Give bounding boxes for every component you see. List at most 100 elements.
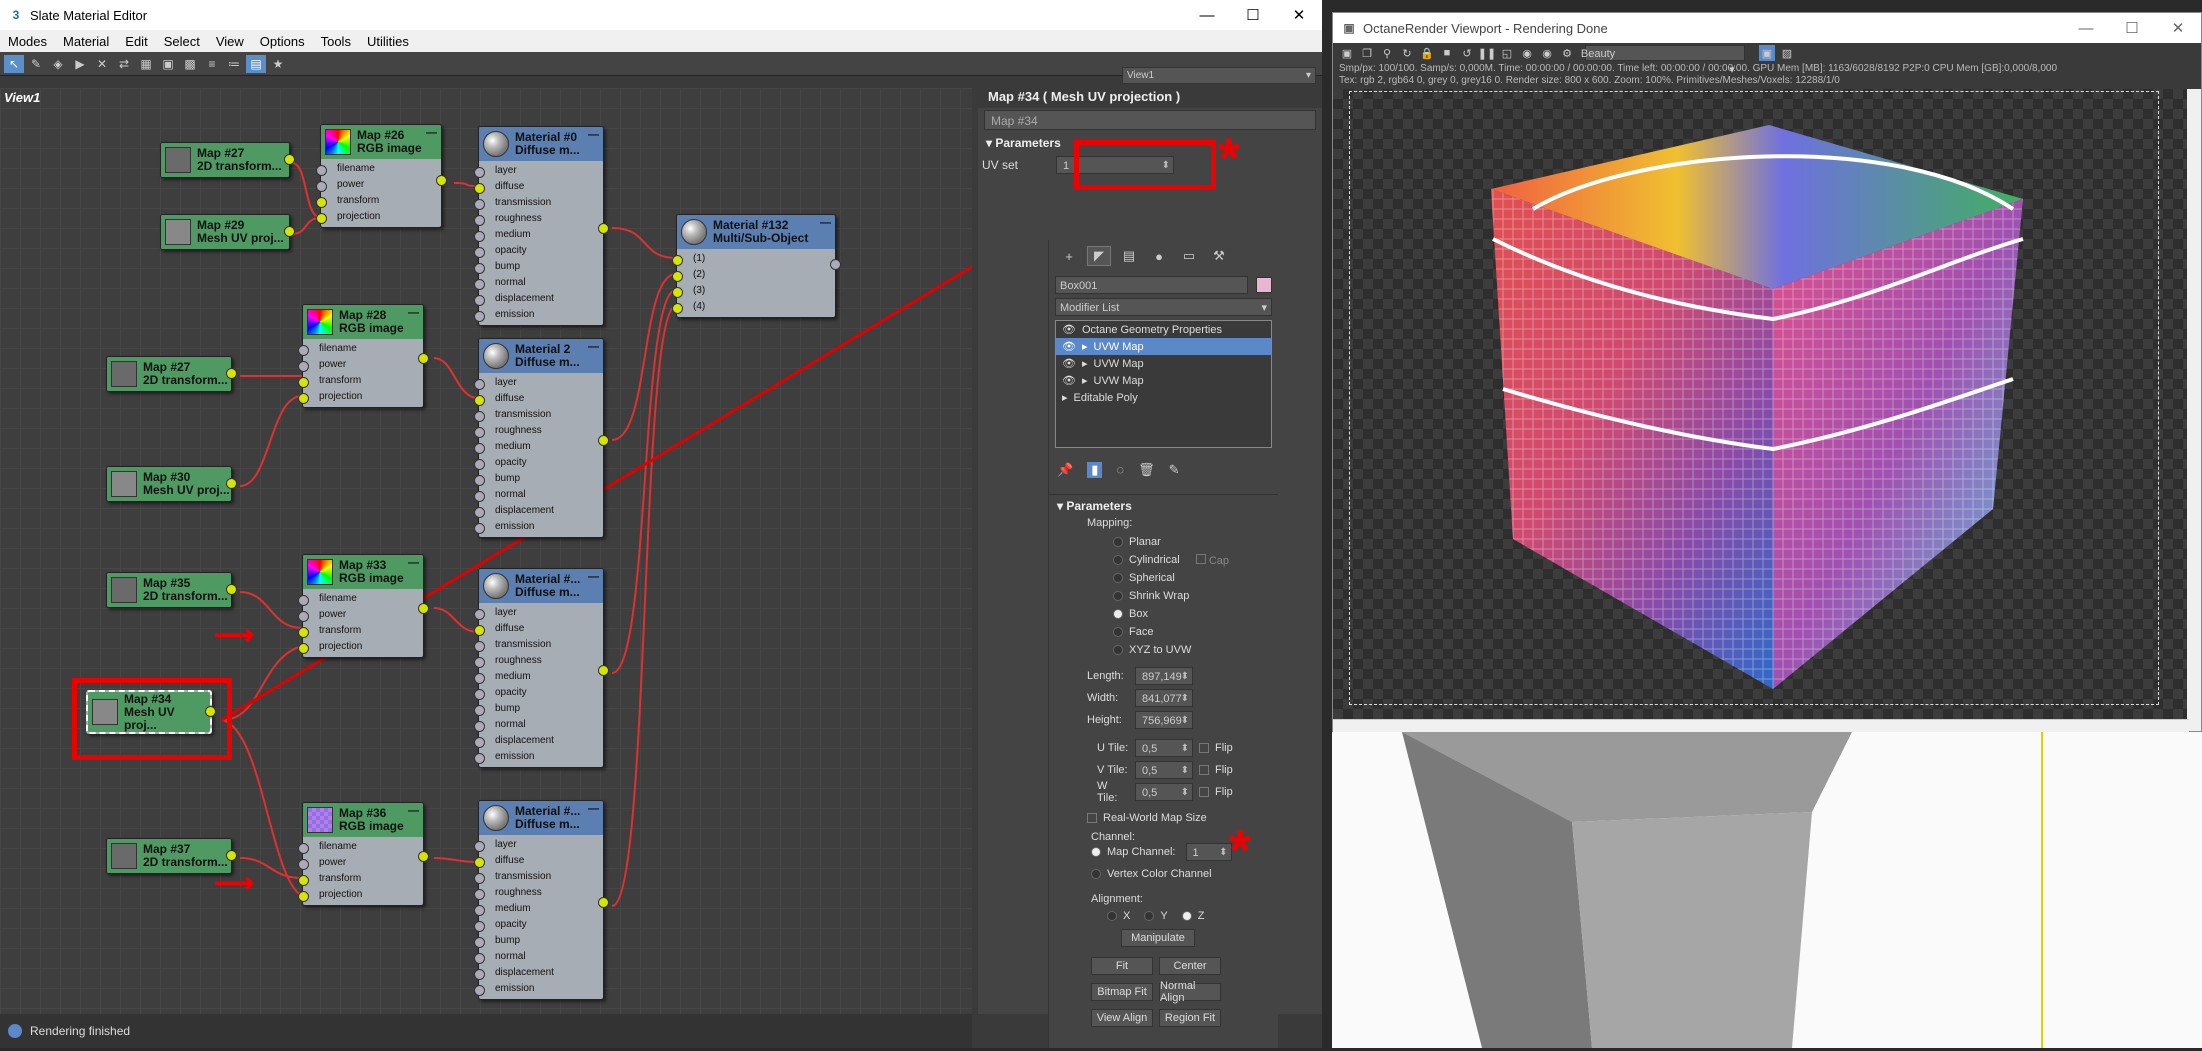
expand-icon[interactable]: ▸ <box>1082 340 1088 353</box>
menu-edit[interactable]: Edit <box>117 34 155 49</box>
output-port[interactable] <box>598 665 609 676</box>
length-spinner[interactable]: 897,149 <box>1135 667 1193 686</box>
radio-xyz-to-uvw[interactable]: XYZ to UVW <box>1113 641 1278 659</box>
slot-projection[interactable]: projection <box>298 887 423 903</box>
stack-item[interactable]: ▸ Editable Poly <box>1056 389 1271 406</box>
utilities-tab-icon[interactable]: ⚒ <box>1207 246 1231 266</box>
slot-transmission[interactable]: transmission <box>474 637 603 653</box>
node-map33[interactable]: Map #33 RGB image — filename power transf… <box>298 554 429 658</box>
fit-button[interactable]: Fit <box>1091 957 1153 975</box>
modifier-list-dropdown[interactable]: Modifier List ▾ <box>1055 298 1272 316</box>
slot-displacement[interactable]: displacement <box>474 503 603 519</box>
collapse-icon[interactable]: — <box>408 805 419 818</box>
output-port[interactable] <box>436 175 447 186</box>
menu-utilities[interactable]: Utilities <box>359 34 417 49</box>
hide-slots-icon[interactable]: ▦ <box>136 55 156 73</box>
restart-icon[interactable]: ↺ <box>1459 45 1475 61</box>
slot-displacement[interactable]: displacement <box>474 733 603 749</box>
center-button[interactable]: Center <box>1159 957 1221 975</box>
slot-transform[interactable]: transform <box>316 193 441 209</box>
node-map27-top[interactable]: Map #27 2D transform... <box>160 142 295 178</box>
motion-tab-icon[interactable]: ● <box>1147 246 1171 266</box>
output-port[interactable] <box>226 368 237 379</box>
slot-diffuse[interactable]: diffuse <box>474 621 603 637</box>
slot-bump[interactable]: bump <box>474 933 603 949</box>
slot-emission[interactable]: emission <box>474 981 603 997</box>
radio-axis-z[interactable]: Z <box>1181 907 1204 925</box>
slot-opacity[interactable]: opacity <box>474 685 603 701</box>
make-unique-icon[interactable]: ◌ <box>1116 462 1124 478</box>
map-name-field[interactable]: Map #34 <box>984 110 1316 130</box>
object-color-swatch[interactable] <box>1256 277 1272 293</box>
stop-icon[interactable]: ■ <box>1439 45 1455 61</box>
output-port[interactable] <box>830 259 841 270</box>
slot-filename[interactable]: filename <box>298 839 423 855</box>
slot-transform[interactable]: transform <box>298 623 423 639</box>
uvw-rollout-header[interactable]: ▾ Parameters <box>1049 495 1278 517</box>
node-map29[interactable]: Map #29 Mesh UV proj... <box>160 214 295 250</box>
collapse-icon[interactable]: — <box>588 571 599 584</box>
output-port[interactable] <box>284 154 295 165</box>
assign-icon[interactable]: ▶ <box>70 55 90 73</box>
settings-icon[interactable]: ⚙ <box>1559 45 1575 61</box>
node-map36[interactable]: Map #36 RGB image — filename power transf… <box>298 802 429 906</box>
slot-normal[interactable]: normal <box>474 717 603 733</box>
stack-item[interactable]: 👁 ▸ UVW Map <box>1056 355 1271 372</box>
radio-spherical[interactable]: Spherical <box>1113 569 1278 587</box>
minimize-button[interactable]: — <box>1184 0 1230 30</box>
show-background-icon[interactable]: ▩ <box>180 55 200 73</box>
refresh-icon[interactable]: ↻ <box>1399 45 1415 61</box>
slot-power[interactable]: power <box>316 177 441 193</box>
slot-roughness[interactable]: roughness <box>474 211 603 227</box>
fullscreen-icon[interactable]: ▨ <box>1779 45 1795 61</box>
output-port[interactable] <box>226 584 237 595</box>
output-port[interactable] <box>418 603 429 614</box>
layout-children-icon[interactable]: ≔ <box>224 55 244 73</box>
node-map28[interactable]: Map #28 RGB image — filename power transf… <box>298 304 429 408</box>
stack-item[interactable]: 👁 ▸ UVW Map <box>1056 338 1271 355</box>
slot-medium[interactable]: medium <box>474 669 603 685</box>
menu-tools[interactable]: Tools <box>313 34 359 49</box>
slot-projection[interactable]: projection <box>298 639 423 655</box>
manipulate-button[interactable]: Manipulate <box>1121 929 1195 947</box>
pin-stack-icon[interactable]: 📌 <box>1057 462 1073 478</box>
slot-bump[interactable]: bump <box>474 471 603 487</box>
output-port[interactable] <box>226 850 237 861</box>
slot-displacement[interactable]: displacement <box>474 965 603 981</box>
collapse-icon[interactable]: — <box>408 557 419 570</box>
display-tab-icon[interactable]: ▭ <box>1177 246 1201 266</box>
node-material2[interactable]: Material 2 Diffuse m... — layer diffuse t… <box>474 338 609 538</box>
eye-icon[interactable]: 👁 <box>1062 323 1076 336</box>
region-fit-button[interactable]: Region Fit <box>1159 1009 1221 1027</box>
eye-icon[interactable]: 👁 <box>1062 374 1076 387</box>
expand-icon[interactable]: ▸ <box>1082 357 1088 370</box>
slot-medium[interactable]: medium <box>474 227 603 243</box>
flip-checkbox[interactable] <box>1199 765 1209 775</box>
slot-roughness[interactable]: roughness <box>474 885 603 901</box>
slot-displacement[interactable]: displacement <box>474 291 603 307</box>
create-tab-icon[interactable]: + <box>1057 246 1081 266</box>
slot-emission[interactable]: emission <box>474 307 603 323</box>
octane-close-button[interactable]: ✕ <box>2155 13 2201 43</box>
slot-roughness[interactable]: roughness <box>474 423 603 439</box>
layout-all-icon[interactable]: ≡ <box>202 55 222 73</box>
expand-icon[interactable]: ▸ <box>1062 391 1068 404</box>
cap-checkbox[interactable]: Cap <box>1195 553 1229 567</box>
zoom-icon[interactable]: ⚲ <box>1379 45 1395 61</box>
move-children-icon[interactable]: ⇄ <box>114 55 134 73</box>
slot-layer[interactable]: layer <box>474 163 603 179</box>
collapse-icon[interactable]: — <box>588 341 599 354</box>
output-port[interactable] <box>418 353 429 364</box>
configure-sets-icon[interactable]: ✎ <box>1169 462 1180 478</box>
slot-sub3[interactable]: (3) <box>672 283 835 299</box>
flip-checkbox[interactable] <box>1199 743 1209 753</box>
radio-axis-x[interactable]: X <box>1107 907 1130 925</box>
wtile-spinner[interactable]: 0,5 <box>1135 783 1193 802</box>
octane-maximize-button[interactable]: ☐ <box>2109 13 2155 43</box>
material-map-browser-icon[interactable]: ★ <box>268 55 288 73</box>
slot-transform[interactable]: transform <box>298 871 423 887</box>
copy-render-icon[interactable]: ❐ <box>1359 45 1375 61</box>
close-button[interactable]: ✕ <box>1276 0 1322 30</box>
slot-layer[interactable]: layer <box>474 837 603 853</box>
node-map35[interactable]: Map #35 2D transform... <box>106 572 237 608</box>
